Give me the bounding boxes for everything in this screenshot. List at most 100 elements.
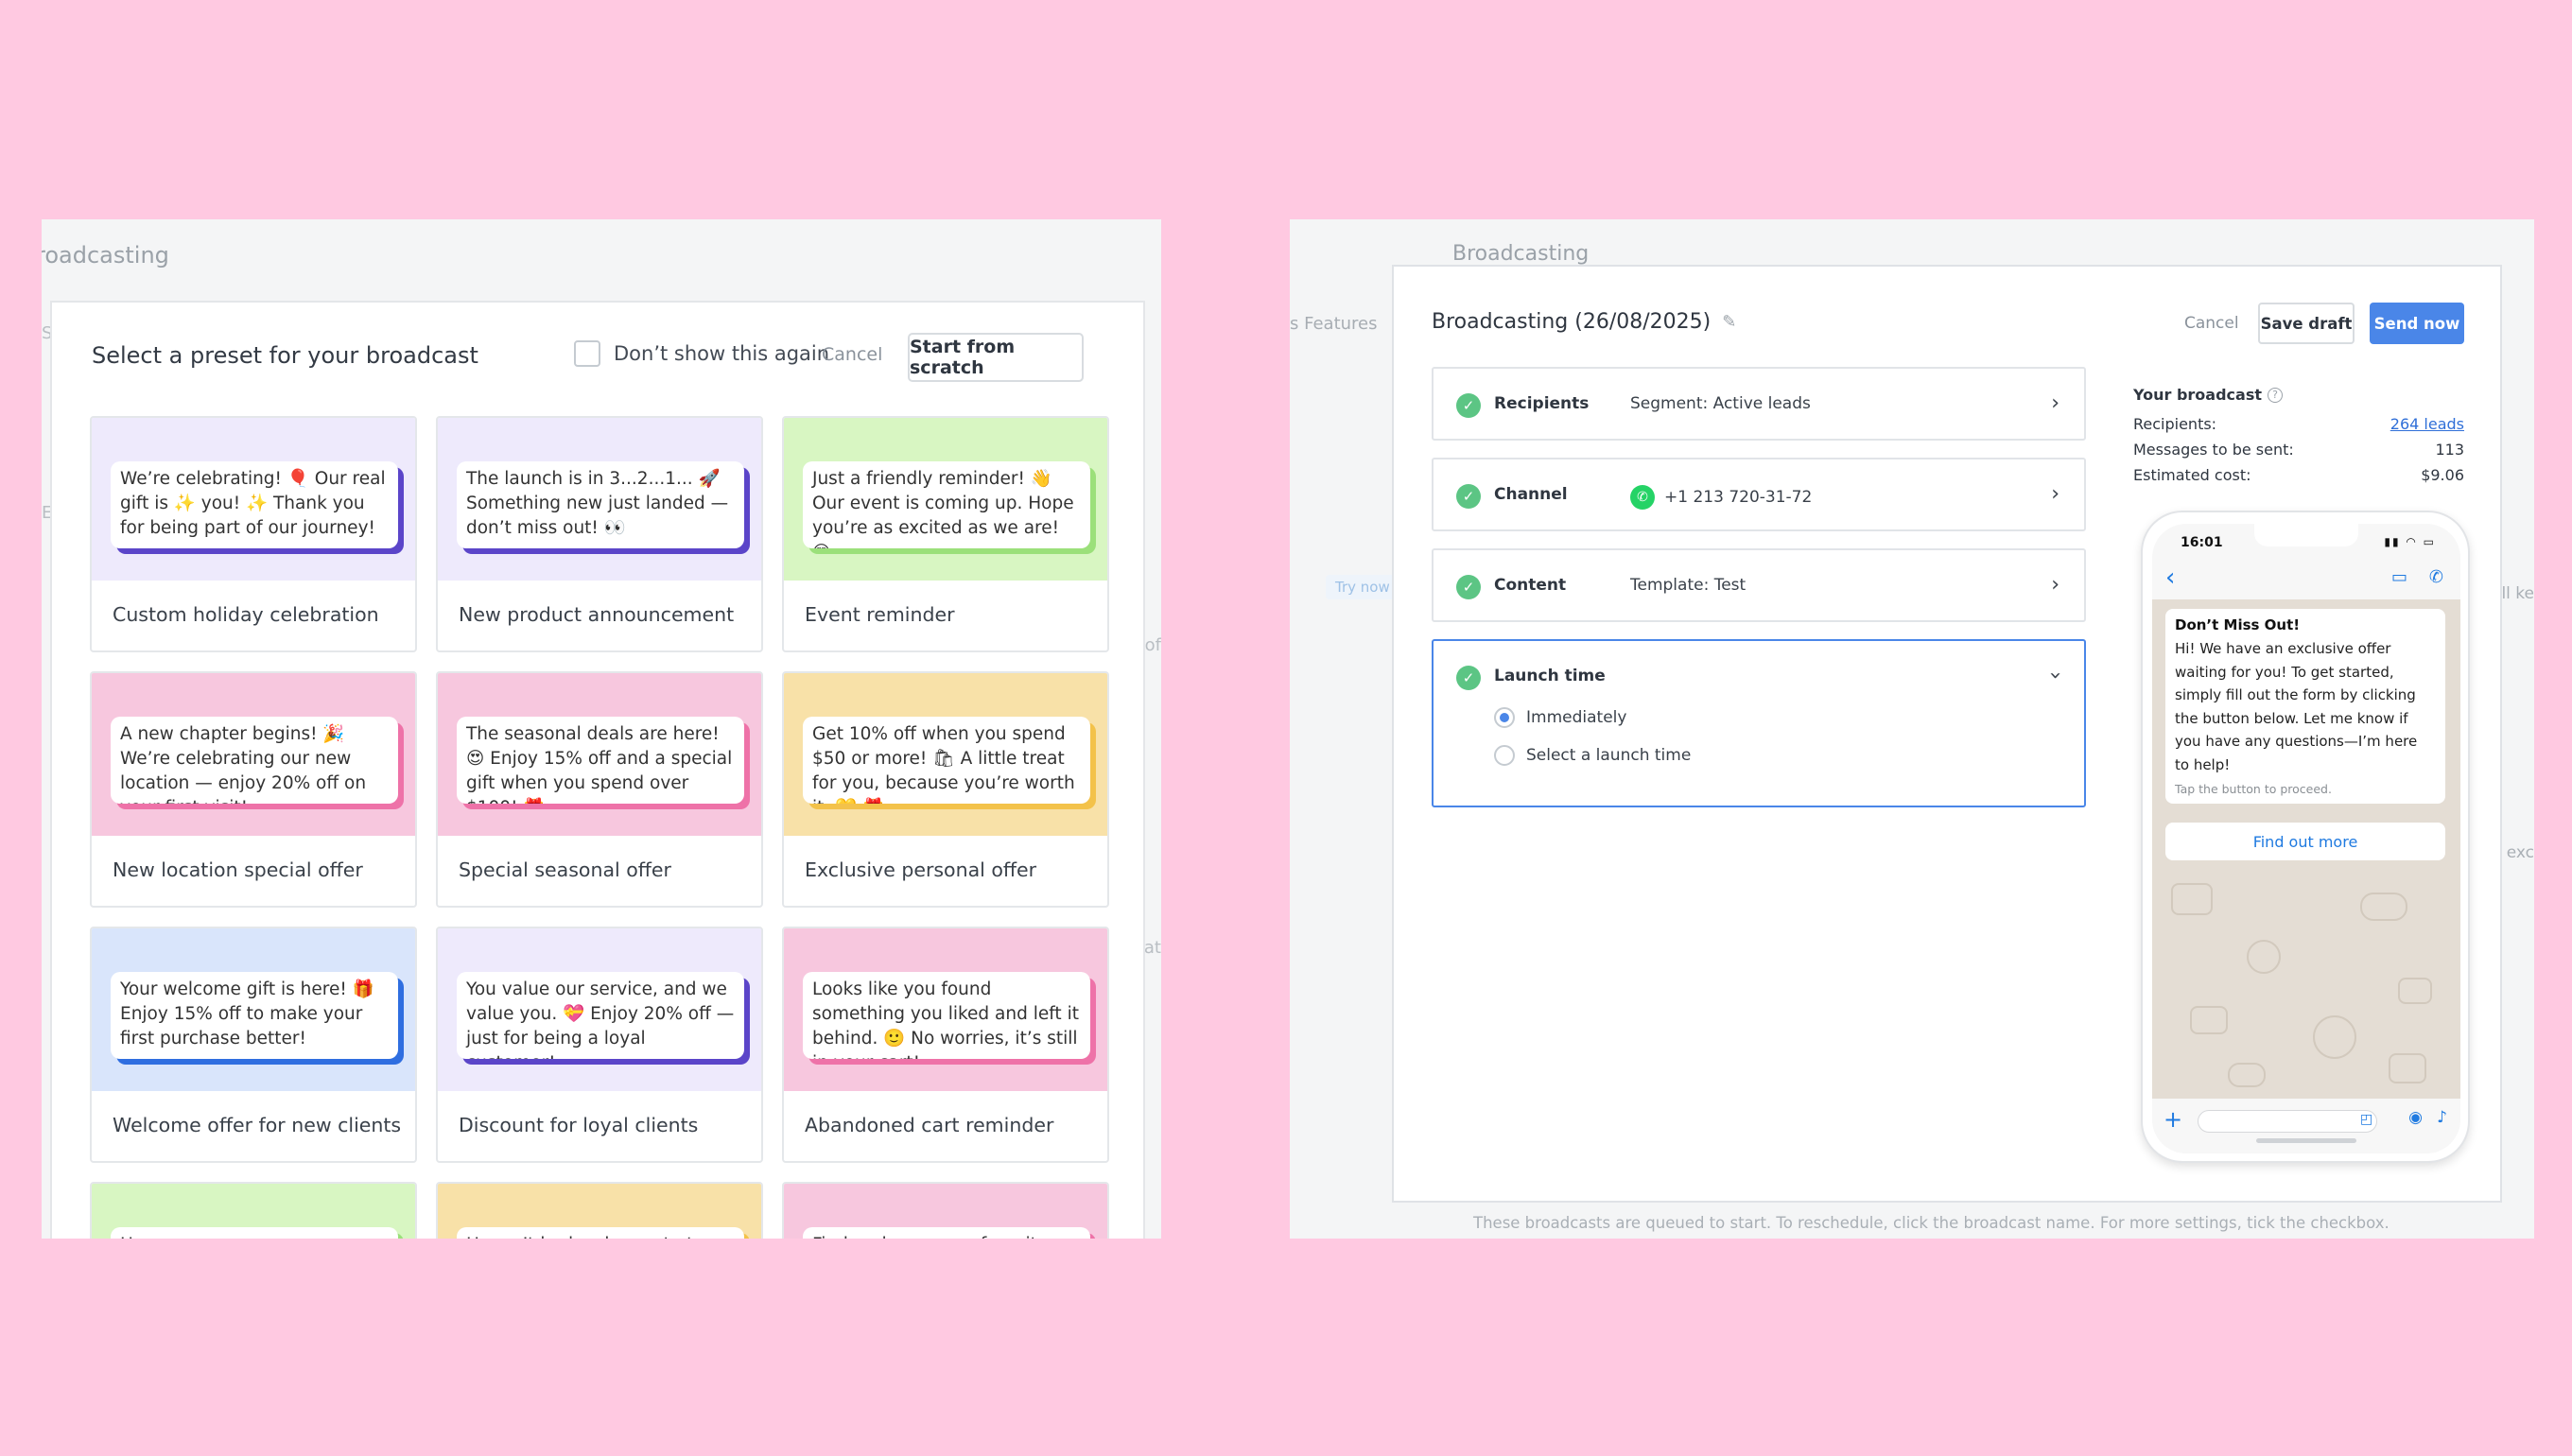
preset-card[interactable]: The launch is in 3...2...1... 🚀 Somethin…	[436, 416, 763, 652]
radio-label: Select a launch time	[1526, 746, 1692, 765]
recipients-value: Segment: Active leads	[1630, 394, 1811, 413]
launch-option-immediately[interactable]: Immediately	[1494, 707, 1626, 728]
check-icon: ✓	[1456, 484, 1481, 509]
step-name: Recipients	[1494, 394, 1590, 413]
doodle-decoration	[2247, 940, 2281, 974]
radio-button[interactable]	[1494, 745, 1515, 766]
preset-message-bubble: We’re celebrating! 🎈 Our real gift is ✨ …	[111, 461, 398, 548]
summary-title-text: Your broadcast	[2133, 386, 2262, 404]
check-icon: ✓	[1456, 393, 1481, 418]
status-time: 16:01	[2181, 535, 2223, 550]
step-name: Channel	[1494, 485, 1568, 504]
preset-label: Custom holiday celebration	[113, 603, 379, 626]
summary-label: Estimated cost:	[2133, 466, 2251, 484]
camera-icon: ◉	[2408, 1108, 2423, 1127]
preset-message-bubble: The seasonal deals are here! 😍 Enjoy 15%…	[457, 717, 744, 804]
start-from-scratch-button[interactable]: Start from scratch	[908, 333, 1084, 382]
summary-row-messages: Messages to be sent: 113	[2133, 437, 2464, 462]
preset-card[interactable]: Get 10% off when you spend $50 or more! …	[782, 671, 1109, 908]
step-content[interactable]: ✓ Content Template: Test ›	[1432, 548, 2086, 622]
preset-label: Welcome offer for new clients	[113, 1114, 402, 1136]
preset-label: Abandoned cart reminder	[805, 1114, 1054, 1136]
step-channel[interactable]: ✓ Channel ✆ +1 213 720-31-72 ›	[1432, 458, 2086, 531]
preset-label: Special seasonal offer	[459, 858, 671, 881]
radio-label: Immediately	[1526, 708, 1627, 727]
broadcast-title: Broadcasting (26/08/2025) ✎	[1432, 310, 1736, 334]
chevron-right-icon: ›	[2051, 573, 2059, 597]
save-draft-button[interactable]: Save draft	[2258, 303, 2355, 344]
preset-grid: We’re celebrating! 🎈 Our real gift is ✨ …	[90, 416, 1109, 1239]
cancel-button[interactable]: Cancel	[2184, 314, 2239, 333]
find-out-more-button[interactable]: Find out more	[2165, 823, 2445, 860]
broadcast-summary: Your broadcast ? Recipients: 264 leads M…	[2133, 386, 2464, 488]
modal-title: Select a preset for your broadcast	[92, 342, 478, 369]
preset-label: New product announcement	[459, 603, 735, 626]
preset-card[interactable]: Find and save new favorites	[782, 1182, 1109, 1239]
preset-message-bubble: You value our service, and we value you.…	[457, 972, 744, 1059]
message-footer: Tap the button to proceed.	[2175, 782, 2332, 796]
summary-label: Messages to be sent:	[2133, 441, 2294, 459]
summary-row-cost: Estimated cost: $9.06	[2133, 462, 2464, 488]
step-value: Segment: Active leads	[1630, 394, 1811, 413]
phone-notch	[2254, 524, 2358, 546]
preset-preview: Your welcome gift is here! 🎁 Enjoy 15% o…	[92, 928, 415, 1091]
whatsapp-icon: ✆	[1630, 485, 1655, 510]
step-value: ✆ +1 213 720-31-72	[1630, 485, 1812, 510]
doodle-decoration	[2171, 883, 2213, 915]
background-fragment: at	[1143, 938, 1161, 958]
preset-card[interactable]: The seasonal deals are here! 😍 Enjoy 15%…	[436, 671, 763, 908]
phone-screen: 16:01 ▮▮ ◠ ▭ ‹ ▭ ✆ Don’t Miss Out! Hi! W…	[2152, 524, 2460, 1153]
cancel-button[interactable]: Cancel	[822, 344, 882, 365]
dont-show-again-checkbox[interactable]	[574, 340, 600, 367]
send-now-button[interactable]: Send now	[2370, 303, 2464, 344]
channel-value: +1 213 720-31-72	[1664, 488, 1813, 507]
back-arrow-icon: ‹	[2165, 563, 2176, 592]
chevron-down-icon[interactable]: ›	[2043, 671, 2067, 680]
preset-card[interactable]: We’re celebrating! 🎈 Our real gift is ✨ …	[90, 416, 417, 652]
chevron-right-icon: ›	[2051, 482, 2059, 506]
preset-preview: Haven’t had a chance to try us	[438, 1184, 761, 1239]
preset-card[interactable]: Have you seen our new arrival? 🎁	[90, 1182, 417, 1239]
launch-option-select-time[interactable]: Select a launch time	[1494, 745, 1691, 766]
info-icon[interactable]: ?	[2268, 387, 2283, 403]
chevron-right-icon: ›	[2051, 391, 2059, 415]
preset-card[interactable]: Your welcome gift is here! 🎁 Enjoy 15% o…	[90, 927, 417, 1163]
background-fragment: ill ke	[2496, 584, 2534, 603]
phone-preview: 16:01 ▮▮ ◠ ▭ ‹ ▭ ✆ Don’t Miss Out! Hi! W…	[2141, 511, 2470, 1163]
preset-preview: The launch is in 3...2...1... 🚀 Somethin…	[438, 418, 761, 581]
preset-card[interactable]: Just a friendly reminder! 👋 Our event is…	[782, 416, 1109, 652]
message-body: Hi! We have an exclusive offer waiting f…	[2175, 640, 2418, 773]
preset-label: Exclusive personal offer	[805, 858, 1037, 881]
recipients-link[interactable]: 264 leads	[2390, 411, 2464, 437]
broadcast-editor-screen: Broadcasting s Features Try now! These b…	[1290, 219, 2534, 1239]
step-launch-time[interactable]: ✓ Launch time › Immediately Select a lau…	[1432, 639, 2086, 807]
chat-area: Don’t Miss Out! Hi! We have an exclusive…	[2152, 599, 2460, 1099]
preset-message-bubble: Your welcome gift is here! 🎁 Enjoy 15% o…	[111, 972, 398, 1059]
radio-button[interactable]	[1494, 707, 1515, 728]
summary-value: 113	[2435, 441, 2464, 459]
preset-preview: Find and save new favorites	[784, 1184, 1107, 1239]
preset-card[interactable]: Haven’t had a chance to try us	[436, 1182, 763, 1239]
check-icon: ✓	[1456, 575, 1481, 599]
preset-label: Event reminder	[805, 603, 955, 626]
preset-message-bubble: Have you seen our new arrival? 🎁	[111, 1227, 398, 1239]
preset-label: Discount for loyal clients	[459, 1114, 699, 1136]
chat-input-bar: + ◰ ◉ ♪	[2152, 1099, 2460, 1153]
preset-card[interactable]: Looks like you found something you liked…	[782, 927, 1109, 1163]
preset-preview: Just a friendly reminder! 👋 Our event is…	[784, 418, 1107, 581]
step-recipients[interactable]: ✓ Recipients Segment: Active leads ›	[1432, 367, 2086, 441]
preset-card[interactable]: You value our service, and we value you.…	[436, 927, 763, 1163]
preset-preview: Looks like you found something you liked…	[784, 928, 1107, 1091]
message-title: Don’t Miss Out!	[2175, 616, 2301, 633]
preset-preview: We’re celebrating! 🎈 Our real gift is ✨ …	[92, 418, 415, 581]
dont-show-again-toggle[interactable]: Don’t show this again	[574, 340, 829, 367]
doodle-decoration	[2398, 978, 2432, 1004]
pencil-icon[interactable]: ✎	[1722, 312, 1736, 332]
preset-preview: A new chapter begins! 🎉 We’re celebratin…	[92, 673, 415, 836]
summary-label: Recipients:	[2133, 415, 2217, 433]
preset-modal: Select a preset for your broadcast Don’t…	[50, 301, 1145, 1239]
background-footer-note: These broadcasts are queued to start. To…	[1473, 1214, 2390, 1232]
preset-message-bubble: A new chapter begins! 🎉 We’re celebratin…	[111, 717, 398, 804]
preset-message-bubble: Looks like you found something you liked…	[803, 972, 1090, 1059]
preset-card[interactable]: A new chapter begins! 🎉 We’re celebratin…	[90, 671, 417, 908]
